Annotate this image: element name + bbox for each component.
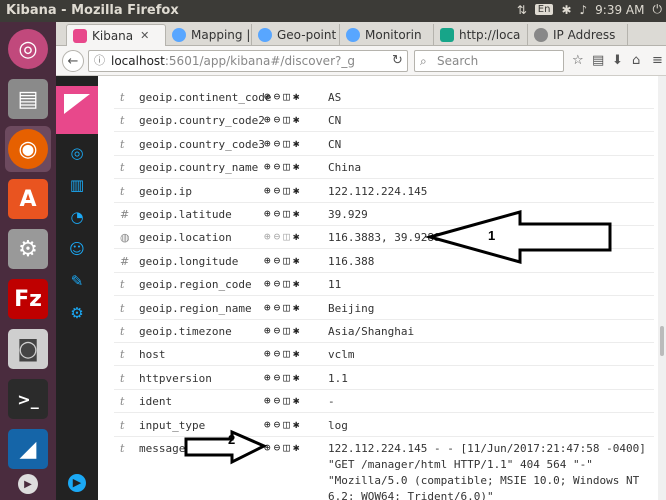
arrow-2-label: 2 (228, 432, 236, 447)
annotation-overlay (184, 210, 612, 465)
arrow-2-shape (184, 429, 268, 465)
arrow-1-shape (424, 210, 612, 264)
arrow-1-label: 1 (488, 228, 496, 243)
